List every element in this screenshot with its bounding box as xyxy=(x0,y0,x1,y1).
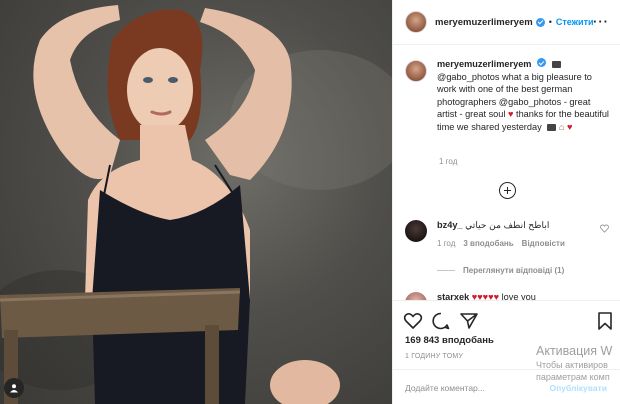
caption-time[interactable]: 1 год xyxy=(439,157,457,166)
share-icon[interactable] xyxy=(459,311,479,331)
comment-username[interactable]: bz4y_ xyxy=(437,220,463,230)
likes-count[interactable]: 169 843 вподобань xyxy=(405,335,494,346)
comment-icon[interactable] xyxy=(431,311,451,331)
camera-icon xyxy=(547,123,557,131)
post-header: meryemuzerlimeryem • Стежити ··· xyxy=(393,0,620,45)
publish-comment-button[interactable]: Опублікувати xyxy=(550,383,607,393)
watermark-title: Активация W xyxy=(536,344,613,358)
view-replies-button[interactable]: Переглянути відповіді (1) xyxy=(437,266,564,275)
verified-badge-icon xyxy=(535,17,545,27)
watermark-line: параметрам комп xyxy=(536,372,610,382)
caption: meryemuzerlimeryem @gabo_photos what a b… xyxy=(405,58,611,134)
add-comment-icon[interactable] xyxy=(499,182,516,199)
follow-button[interactable]: Стежити xyxy=(556,17,594,27)
comment-like-icon[interactable] xyxy=(600,224,609,233)
author-username[interactable]: meryemuzerlimeryem xyxy=(435,17,533,28)
like-icon[interactable] xyxy=(403,311,423,331)
comment-text: اباطح انطف من حياتي xyxy=(465,220,550,230)
comment-time[interactable]: 1 год xyxy=(437,239,455,248)
more-options-button[interactable]: ··· xyxy=(593,14,609,29)
watermark-line: Чтобы активиров xyxy=(536,360,608,370)
camera-icon xyxy=(551,61,561,68)
post-time[interactable]: 1 ГОДИНУ ТОМУ xyxy=(405,353,463,360)
comment-item: bz4y_ اباطح انطف من حياتي 1 год 3 вподоб… xyxy=(405,220,611,248)
windows-activation-watermark: Активация W Чтобы активиров параметрам к… xyxy=(536,344,612,382)
profile-icon[interactable] xyxy=(4,378,24,398)
verified-badge-icon xyxy=(537,58,547,67)
separator-dot: • xyxy=(548,17,552,27)
reply-button[interactable]: Відповісти xyxy=(522,239,565,248)
heart-icon: ♥ xyxy=(507,109,514,120)
caption-text: meryemuzerlimeryem @gabo_photos what a b… xyxy=(437,58,611,134)
heart-icon: ♥ xyxy=(566,121,573,132)
save-icon[interactable] xyxy=(595,311,615,331)
caption-avatar[interactable] xyxy=(405,60,427,82)
replies-divider xyxy=(437,270,455,271)
house-icon: ⌂ xyxy=(558,121,565,132)
photo-illustration xyxy=(0,5,392,404)
comment-likes[interactable]: 3 вподобань xyxy=(463,239,513,248)
caption-username[interactable]: meryemuzerlimeryem xyxy=(437,59,531,69)
post-photo[interactable] xyxy=(0,0,392,404)
comment-avatar[interactable] xyxy=(405,220,427,242)
view-replies-label: Переглянути відповіді (1) xyxy=(463,266,565,275)
author-avatar[interactable] xyxy=(405,11,427,33)
